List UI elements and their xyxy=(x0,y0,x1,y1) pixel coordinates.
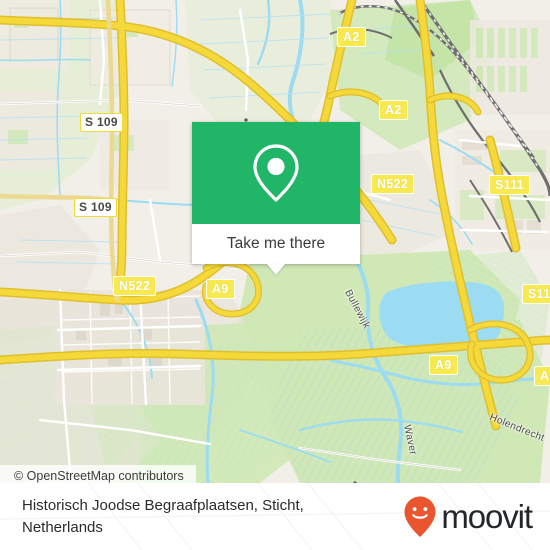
moovit-logo[interactable]: moovit xyxy=(402,495,533,539)
moovit-wordmark: moovit xyxy=(441,498,533,535)
road-shield-n522-west[interactable]: N522 xyxy=(113,276,157,296)
road-shield-a2-north[interactable]: A2 xyxy=(337,27,366,47)
road-shield-s109-north[interactable]: S 109 xyxy=(80,113,123,132)
road-shield-a9-mid[interactable]: A9 xyxy=(429,355,458,375)
popup-icon-area xyxy=(192,122,360,224)
osm-attribution-text: © OpenStreetMap contributors xyxy=(14,469,184,483)
road-shield-s111-east[interactable]: S111 xyxy=(489,175,531,195)
popup-action-area[interactable]: Take me there xyxy=(192,224,360,264)
road-shield-a9-east[interactable]: A9 xyxy=(534,366,550,386)
map-screenshot: A2 A2 N522 S111 S 109 S 109 N522 A9 S111… xyxy=(0,0,550,550)
map-canvas[interactable]: A2 A2 N522 S111 S 109 S 109 N522 A9 S111… xyxy=(0,0,550,483)
road-shield-a9-west[interactable]: A9 xyxy=(206,279,235,299)
road-shield-a2-mid[interactable]: A2 xyxy=(379,100,408,120)
road-shield-s111-south[interactable]: S111 xyxy=(522,284,550,304)
osm-attribution[interactable]: © OpenStreetMap contributors xyxy=(0,465,196,483)
road-shield-n522-east[interactable]: N522 xyxy=(371,174,415,194)
footer-bar: Historisch Joodse Begraafplaatsen, Stich… xyxy=(0,483,550,550)
map-pin-icon xyxy=(253,144,299,202)
moovit-pin-smiley-icon xyxy=(404,496,436,537)
take-me-there-label: Take me there xyxy=(226,235,326,252)
location-popup-card[interactable]: Take me there xyxy=(192,122,360,275)
place-title: Historisch Joodse Begraafplaatsen, Stich… xyxy=(22,496,304,536)
road-shield-s109-south[interactable]: S 109 xyxy=(74,198,117,217)
popup-pointer xyxy=(267,264,285,275)
